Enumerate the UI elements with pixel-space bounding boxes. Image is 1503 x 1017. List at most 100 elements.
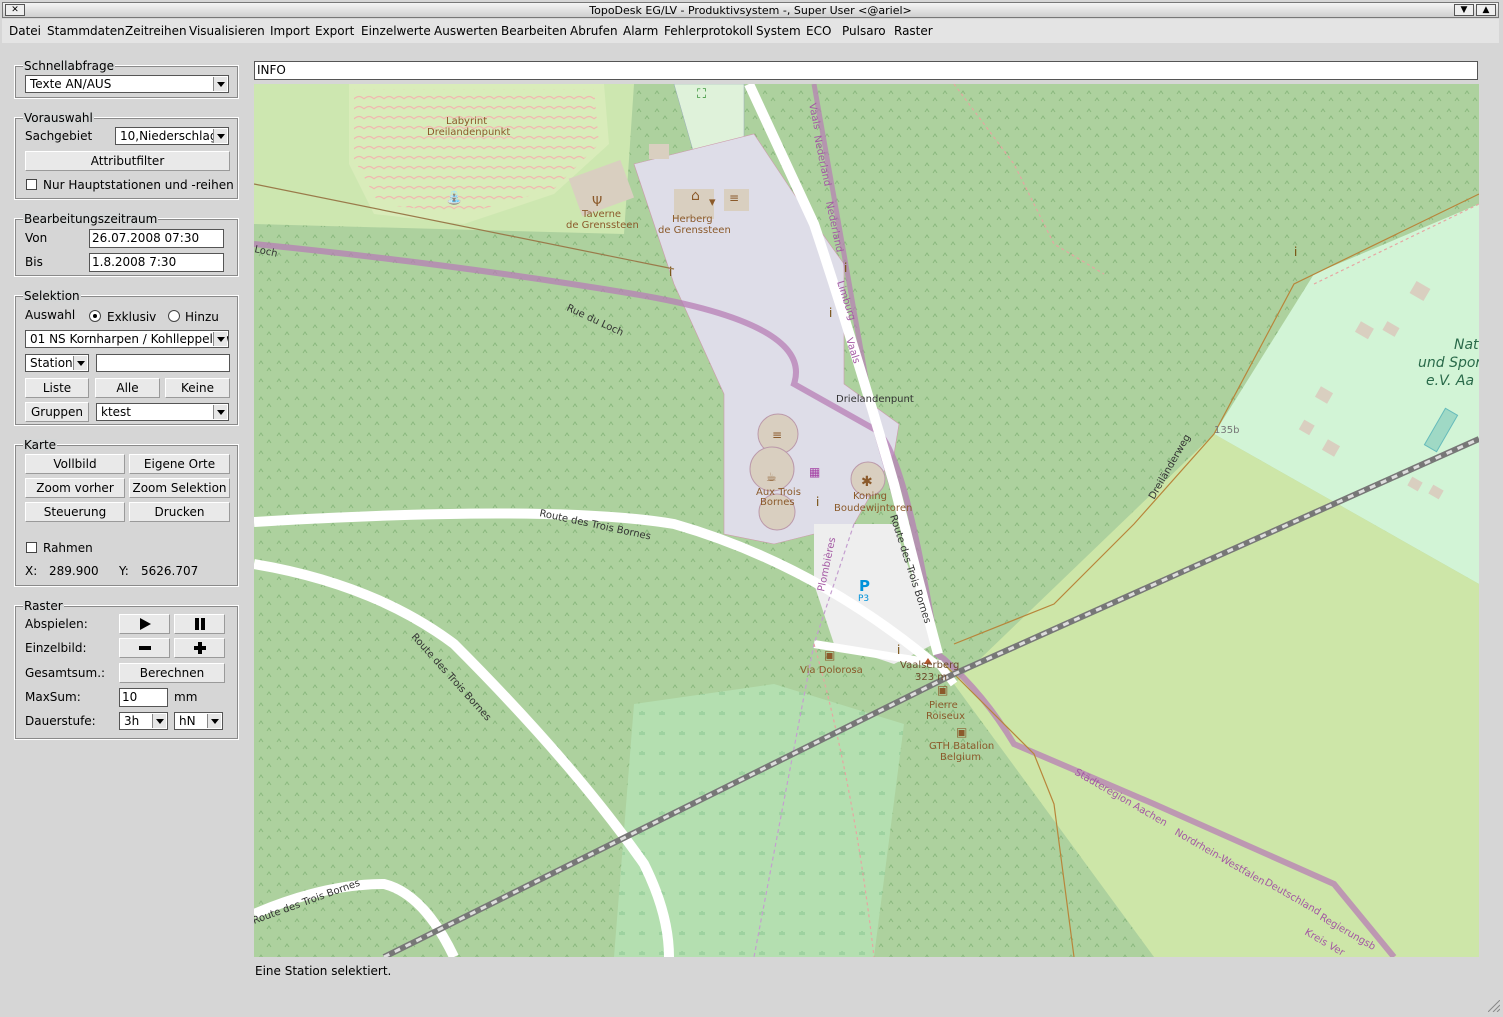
- pause-button[interactable]: [174, 614, 225, 634]
- label-nat: Nat: [1454, 337, 1479, 353]
- menu-auswerten[interactable]: Auswerten: [434, 24, 498, 38]
- resize-grip-icon[interactable]: [1488, 1000, 1500, 1012]
- berechnen-button[interactable]: Berechnen: [119, 663, 225, 683]
- bed-icon: ⌂: [691, 188, 700, 204]
- menu-einzelwerte[interactable]: Einzelwerte: [361, 24, 431, 38]
- station-select-value: 01 NS Kornharpen / Kohlleppelsw: [30, 332, 229, 346]
- label-gth: GTH Batalion: [929, 741, 994, 752]
- chevron-down-icon[interactable]: [213, 77, 227, 91]
- vorauswahl-legend: Vorauswahl: [23, 111, 94, 125]
- chevron-down-icon[interactable]: [73, 356, 87, 370]
- keine-button[interactable]: Keine: [165, 378, 230, 398]
- minimize-icon[interactable]: ▼: [1454, 4, 1474, 16]
- label-labyrint: Labyrint: [446, 116, 487, 127]
- maxsum-label: MaxSum:: [25, 690, 81, 704]
- menu-system[interactable]: System: [756, 24, 801, 38]
- plus-button[interactable]: [174, 638, 225, 658]
- maximize-icon[interactable]: ▲: [1476, 4, 1496, 16]
- memorial-icon: ▣: [956, 725, 967, 739]
- maxsum-unit: mm: [174, 690, 198, 704]
- gruppen-select[interactable]: ktest: [96, 403, 229, 421]
- plus-icon: [193, 642, 206, 654]
- drucken-button[interactable]: Drucken: [129, 502, 230, 522]
- zoom-selektion-button[interactable]: Zoom Selektion: [129, 478, 230, 498]
- schnellabfrage-select[interactable]: Texte AN/AUS: [25, 75, 229, 93]
- label-ev: e.V. Aa: [1426, 373, 1474, 389]
- bis-input[interactable]: 1.8.2008 7:30: [89, 253, 224, 272]
- label-und-sport: und Sport: [1418, 355, 1479, 371]
- zoom-vorher-button[interactable]: Zoom vorher: [25, 478, 125, 498]
- label-bornes: Bornes: [760, 497, 795, 508]
- play-button[interactable]: [119, 614, 170, 634]
- memorial-icon: ▣: [824, 648, 835, 662]
- label-drielandenpunt: Drielandenpunt: [836, 394, 914, 405]
- label-grenssteen: de Grenssteen: [566, 220, 639, 231]
- maxsum-input[interactable]: 10: [119, 688, 168, 707]
- menu-alarm[interactable]: Alarm: [623, 24, 658, 38]
- steuerung-button[interactable]: Steuerung: [25, 502, 125, 522]
- menu-bearbeiten[interactable]: Bearbeiten: [501, 24, 567, 38]
- map-view[interactable]: ⌂ ▾ ≡ Ψ ≡ ☕ ▦ ✱ i i i i i i ⛲ ⛶ ▣ ▣ ▣ La…: [254, 84, 1479, 957]
- minus-icon: [138, 646, 151, 650]
- hauptstationen-label: Nur Hauptstationen und -reihen: [43, 178, 234, 192]
- label-boudewijntoren: Boudewijntoren: [834, 503, 912, 514]
- chevron-down-icon[interactable]: [213, 129, 227, 143]
- zeitraum-legend: Bearbeitungszeitraum: [23, 212, 159, 226]
- chevron-down-icon[interactable]: [207, 714, 221, 728]
- rahmen-label: Rahmen: [43, 541, 93, 555]
- rahmen-checkbox[interactable]: [26, 542, 37, 553]
- chevron-down-icon[interactable]: [152, 714, 166, 728]
- von-input[interactable]: 26.07.2008 07:30: [89, 229, 224, 248]
- fastfood-icon: ≡: [772, 428, 782, 442]
- building: [749, 446, 795, 492]
- vollbild-button[interactable]: Vollbild: [25, 454, 125, 474]
- info-icon: i: [897, 643, 900, 657]
- window-title: TopoDesk EG/LV - Produktivsystem -, Supe…: [589, 4, 912, 17]
- sachgebiet-select[interactable]: 10,Niederschlag: [115, 127, 229, 145]
- info-icon: i: [1294, 245, 1297, 259]
- attributfilter-button[interactable]: Attributfilter: [25, 151, 230, 171]
- sachgebiet-label: Sachgebiet: [25, 129, 93, 143]
- building: [649, 144, 669, 159]
- label-via-dolorosa: Via Dolorosa: [800, 665, 863, 676]
- eigene-orte-button[interactable]: Eigene Orte: [129, 454, 230, 474]
- menu-eco[interactable]: ECO: [806, 24, 831, 38]
- menu-fehlerprotokoll[interactable]: Fehlerprotokoll: [664, 24, 753, 38]
- exklusiv-radio[interactable]: [89, 310, 101, 322]
- hauptstationen-checkbox[interactable]: [26, 179, 37, 190]
- restaurant-icon: Ψ: [592, 195, 602, 210]
- dauerstufe-select[interactable]: 3h: [119, 712, 168, 730]
- station-type-select[interactable]: Station: [25, 354, 89, 372]
- map-canvas[interactable]: ⌂ ▾ ≡ Ψ ≡ ☕ ▦ ✱ i i i i i i ⛲ ⛶ ▣ ▣ ▣ La…: [254, 84, 1479, 957]
- minus-button[interactable]: [119, 638, 170, 658]
- memorial-icon: ▣: [937, 683, 948, 697]
- alle-button[interactable]: Alle: [95, 378, 160, 398]
- menu-datei[interactable]: Datei: [9, 24, 41, 38]
- label-grenssteen: de Grenssteen: [658, 225, 731, 236]
- label-323m: 323 m: [915, 672, 947, 683]
- gift-icon: ▦: [809, 465, 820, 479]
- menu-export[interactable]: Export: [315, 24, 354, 38]
- menu-visualisieren[interactable]: Visualisieren: [189, 24, 265, 38]
- station-search-input[interactable]: [96, 354, 230, 372]
- menu-bar: Datei Stammdaten Zeitreihen Visualisiere…: [2, 19, 1499, 43]
- menu-abrufen[interactable]: Abrufen: [570, 24, 618, 38]
- schnellabfrage-legend: Schnellabfrage: [23, 59, 115, 73]
- vorauswahl-group: Vorauswahl Sachgebiet 10,Niederschlag At…: [14, 112, 239, 200]
- menu-stammdaten[interactable]: Stammdaten: [47, 24, 125, 38]
- station-select[interactable]: 01 NS Kornharpen / Kohlleppelsw: [25, 330, 229, 348]
- hinzu-radio[interactable]: [168, 310, 180, 322]
- chevron-down-icon[interactable]: [213, 405, 227, 419]
- info-field[interactable]: INFO: [254, 61, 1478, 80]
- raster-group: Raster Abspielen: Einzelbild: Gesamtsum.…: [14, 600, 239, 740]
- liste-button[interactable]: Liste: [25, 378, 89, 398]
- menu-pulsaro[interactable]: Pulsaro: [842, 24, 886, 38]
- menu-import[interactable]: Import: [270, 24, 310, 38]
- dauerstufe-label: Dauerstufe:: [25, 714, 96, 728]
- dauerstufe-unit-select[interactable]: hN: [174, 712, 223, 730]
- cafe-icon: ☕: [766, 470, 777, 484]
- chevron-down-icon[interactable]: [213, 332, 227, 346]
- menu-raster[interactable]: Raster: [894, 24, 933, 38]
- gruppen-button[interactable]: Gruppen: [25, 402, 89, 422]
- menu-zeitreihen[interactable]: Zeitreihen: [125, 24, 187, 38]
